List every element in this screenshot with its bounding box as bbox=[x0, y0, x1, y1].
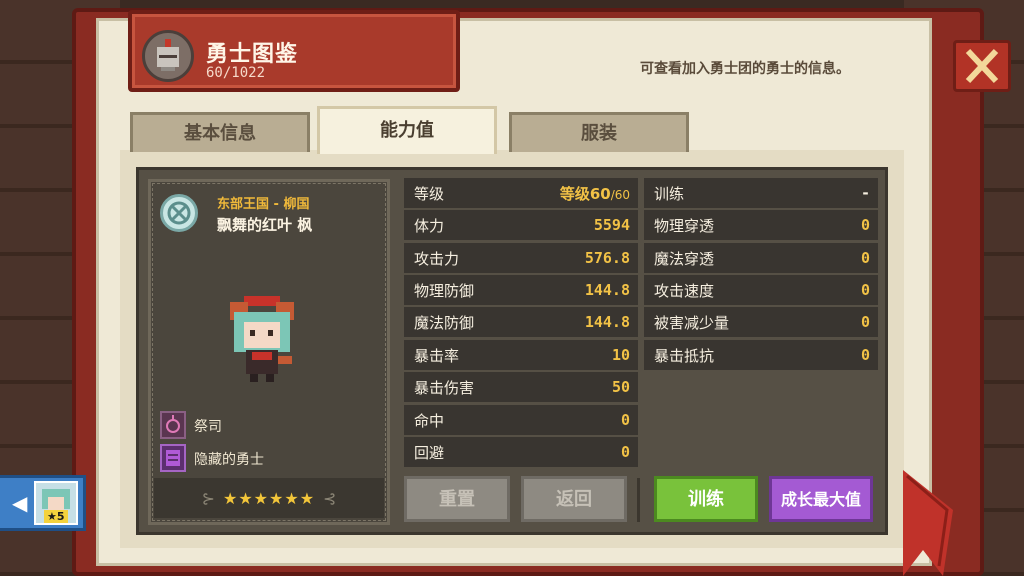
star-deco-left-icon: ⊱ bbox=[201, 488, 215, 508]
close-button[interactable] bbox=[953, 40, 1011, 92]
stat-label: 攻击速度 bbox=[654, 281, 715, 300]
stat-label: 攻击力 bbox=[414, 249, 460, 268]
stat-row-level: 等级 等级60/60 bbox=[404, 178, 638, 208]
stat-row-magic-def: 魔法防御 144.8 bbox=[404, 307, 638, 337]
stat-row-hp: 体力 5594 bbox=[404, 210, 638, 240]
stat-row-damage-reduction: 被害减少量 0 bbox=[644, 307, 878, 337]
stat-row-phys-def: 物理防御 144.8 bbox=[404, 275, 638, 305]
stat-row-magic-pen: 魔法穿透 0 bbox=[644, 243, 878, 273]
stat-label: 被害减少量 bbox=[654, 313, 730, 332]
arrow-left-icon[interactable]: ◀ bbox=[12, 491, 27, 515]
hero-region: 东部王国 - 柳国 bbox=[217, 197, 310, 212]
priest-class-icon bbox=[160, 411, 186, 439]
hero-class: 祭司 bbox=[194, 419, 222, 435]
stat-value: 等级60 bbox=[559, 184, 611, 203]
stars-icon: ★★★★★★ bbox=[222, 488, 316, 508]
hero-star-rating: ⊱ ★★★★★★ ⊰ bbox=[154, 478, 384, 518]
stat-value: 50 bbox=[611, 378, 630, 396]
page-title: 勇士图鉴 bbox=[206, 42, 299, 67]
train-button[interactable]: 训练 bbox=[654, 476, 758, 522]
stat-row-attack: 攻击力 576.8 bbox=[404, 243, 638, 273]
reset-button[interactable]: 重置 bbox=[404, 476, 510, 522]
stat-row-attack-speed: 攻击速度 0 bbox=[644, 275, 878, 305]
hero-portrait bbox=[222, 288, 302, 388]
stat-row-crit-rate: 暴击率 10 bbox=[404, 340, 638, 370]
side-hero-star-badge: ★5 bbox=[44, 510, 68, 523]
stat-value: 0 bbox=[860, 216, 870, 234]
stat-value: 0 bbox=[860, 346, 870, 364]
close-icon bbox=[965, 48, 999, 84]
hero-tag: 隐藏的勇士 bbox=[194, 452, 264, 468]
hidden-hero-icon bbox=[160, 444, 186, 472]
stat-row-crit-dmg: 暴击伤害 50 bbox=[404, 372, 638, 402]
tab-ability[interactable]: 能力值 bbox=[317, 106, 497, 154]
stat-label: 暴击率 bbox=[414, 346, 460, 365]
stat-label: 体力 bbox=[414, 216, 445, 235]
stat-value: 5594 bbox=[593, 216, 630, 234]
helmet-icon bbox=[142, 30, 194, 82]
stat-label: 训练 bbox=[654, 184, 685, 203]
stat-label: 回避 bbox=[414, 443, 445, 462]
ribbon-bookmark bbox=[903, 470, 953, 576]
stat-value: 0 bbox=[860, 249, 870, 267]
stat-label: 命中 bbox=[414, 411, 445, 430]
back-button[interactable]: 返回 bbox=[521, 476, 627, 522]
stat-value: 0 bbox=[860, 313, 870, 331]
stat-label: 暴击抵抗 bbox=[654, 346, 715, 365]
stat-value: 576.8 bbox=[584, 249, 630, 267]
level-max: /60 bbox=[610, 187, 630, 202]
stat-label: 魔法防御 bbox=[414, 313, 475, 332]
tab-basic-info[interactable]: 基本信息 bbox=[130, 112, 310, 152]
star-deco-right-icon: ⊰ bbox=[323, 488, 337, 508]
stat-label: 魔法穿透 bbox=[654, 249, 715, 268]
tab-costume[interactable]: 服装 bbox=[509, 112, 689, 152]
hero-collection-count: 60/1022 bbox=[206, 65, 266, 81]
hero-name: 飘舞的红叶 枫 bbox=[217, 216, 313, 234]
stat-row-accuracy: 命中 0 bbox=[404, 405, 638, 435]
stat-row-crit-resist: 暴击抵抗 0 bbox=[644, 340, 878, 370]
stat-value: 0 bbox=[860, 281, 870, 299]
stat-value: 144.8 bbox=[584, 281, 630, 299]
stat-value: 144.8 bbox=[584, 313, 630, 331]
stat-label: 物理穿透 bbox=[654, 216, 715, 235]
stat-row-phys-pen: 物理穿透 0 bbox=[644, 210, 878, 240]
page-description: 可查看加入勇士团的勇士的信息。 bbox=[640, 61, 850, 77]
stat-value: - bbox=[860, 184, 870, 202]
stat-label: 等级 bbox=[414, 184, 445, 203]
button-divider bbox=[637, 478, 640, 522]
stat-label: 暴击伤害 bbox=[414, 378, 475, 397]
stat-label: 物理防御 bbox=[414, 281, 475, 300]
stat-value: 0 bbox=[620, 411, 630, 429]
stat-row-training: 训练 - bbox=[644, 178, 878, 208]
max-growth-button[interactable]: 成长最大值 bbox=[769, 476, 873, 522]
stat-value: 0 bbox=[620, 443, 630, 461]
kingdom-emblem-icon bbox=[160, 194, 198, 232]
stat-row-evasion: 回避 0 bbox=[404, 437, 638, 467]
stat-value: 10 bbox=[611, 346, 630, 364]
